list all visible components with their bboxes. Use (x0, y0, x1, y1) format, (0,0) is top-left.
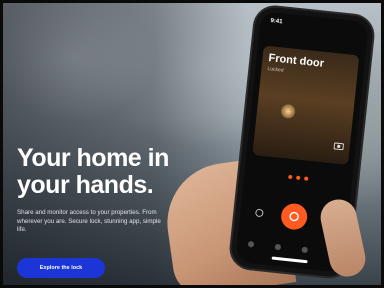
unlock-button[interactable] (279, 202, 309, 231)
activity-dots (288, 174, 309, 181)
hero-body-text: Share and monitor access to your propert… (17, 209, 161, 233)
activity-dot (303, 176, 309, 181)
camera-icon (333, 142, 344, 151)
activity-dot (288, 174, 293, 180)
status-time: 9:41 (270, 18, 283, 26)
tab-activity-icon[interactable] (274, 243, 281, 251)
lock-icon (289, 211, 299, 222)
headline-line-2: your hands. (17, 171, 154, 199)
home-indicator (271, 256, 308, 264)
hero-headline: Your home in your hands. (17, 145, 169, 199)
settings-icon[interactable] (254, 207, 265, 218)
tab-access-icon[interactable] (300, 246, 308, 254)
tab-home-icon[interactable] (247, 240, 254, 248)
explore-lock-button[interactable]: Explore the lock (17, 258, 105, 278)
headline-line-1: Your home in (17, 144, 169, 172)
activity-dot (296, 175, 301, 181)
hero-frame: 9:41 Front door Locked Your home in your… (0, 0, 384, 288)
